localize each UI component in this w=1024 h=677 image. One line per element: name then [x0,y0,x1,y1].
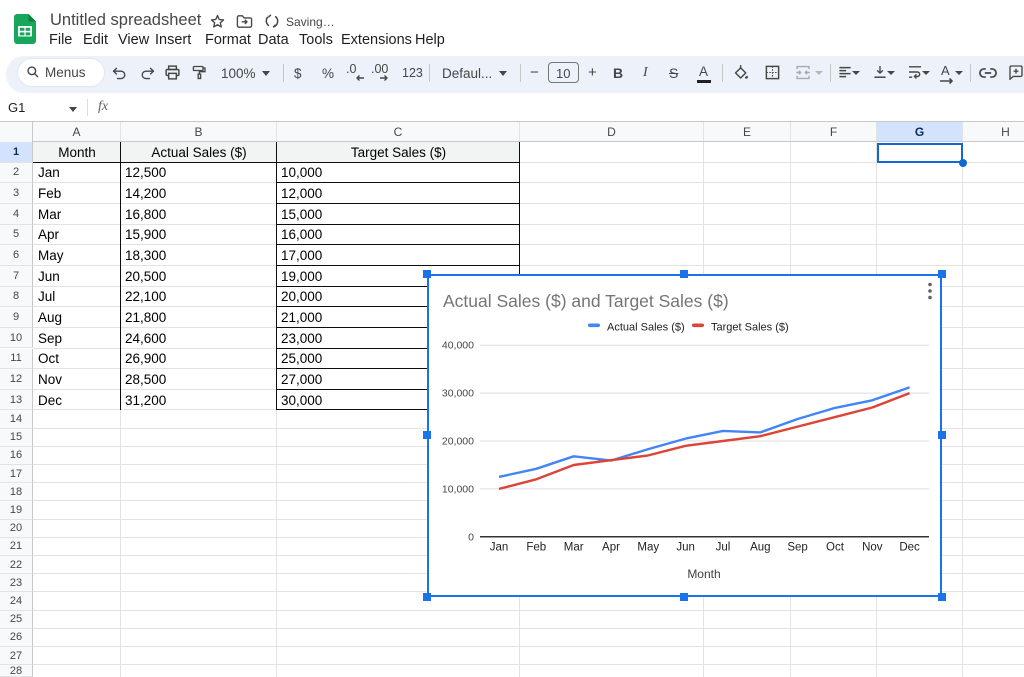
svg-text:Month: Month [687,567,720,581]
svg-text:Feb: Feb [526,542,546,554]
svg-text:Nov: Nov [862,542,883,554]
svg-text:Jan: Jan [490,542,509,554]
svg-text:Sep: Sep [787,542,807,554]
svg-text:Dec: Dec [899,542,920,554]
svg-text:Aug: Aug [750,542,770,554]
svg-text:Target Sales ($): Target Sales ($) [711,322,789,334]
svg-text:Actual Sales ($) and Target Sa: Actual Sales ($) and Target Sales ($) [443,291,729,311]
svg-text:30,000: 30,000 [442,388,474,400]
svg-text:Mar: Mar [564,542,584,554]
svg-text:0: 0 [468,531,474,543]
svg-text:40,000: 40,000 [442,340,474,352]
svg-text:Apr: Apr [602,542,620,554]
svg-text:Jul: Jul [716,542,731,554]
svg-text:10,000: 10,000 [442,483,474,495]
svg-text:May: May [637,542,659,554]
svg-text:Jun: Jun [676,542,695,554]
svg-text:Actual Sales ($): Actual Sales ($) [607,322,685,334]
svg-text:20,000: 20,000 [442,436,474,448]
svg-text:Oct: Oct [826,542,845,554]
